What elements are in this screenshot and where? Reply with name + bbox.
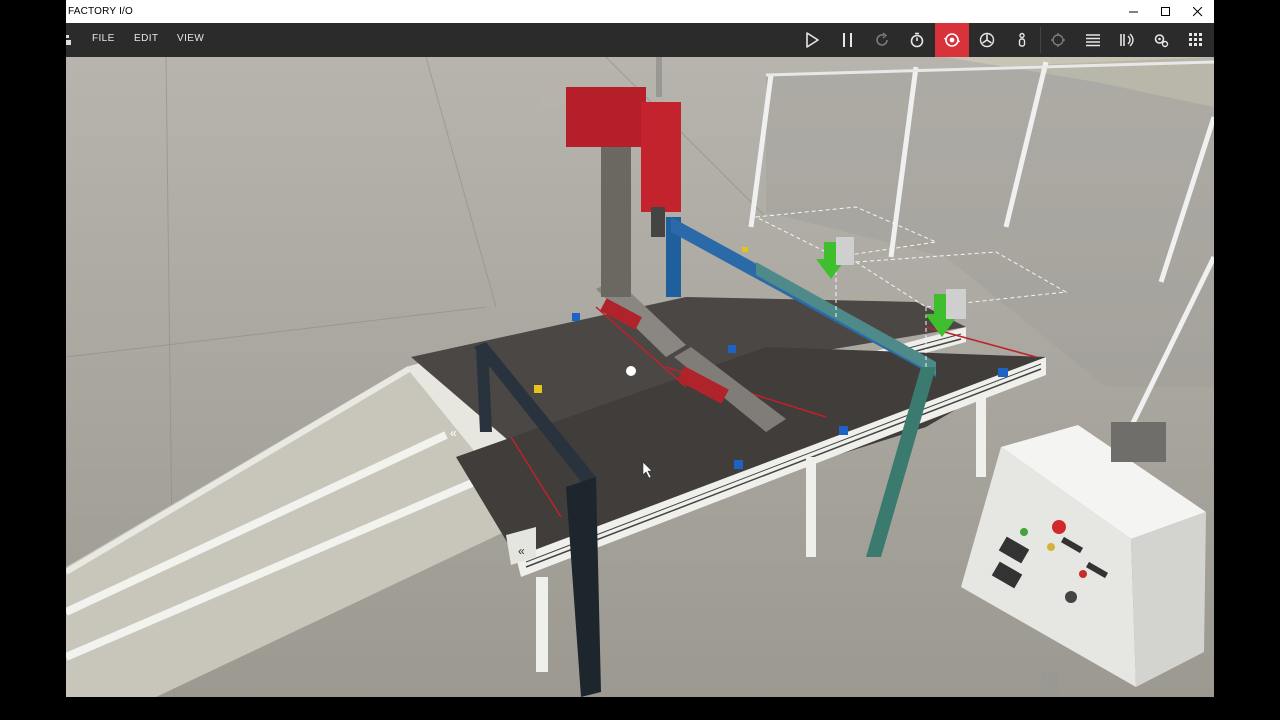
sensor-icon (1120, 33, 1134, 47)
reset-icon (876, 32, 888, 46)
reset-button[interactable] (865, 23, 899, 57)
maximize-icon (1161, 6, 1170, 16)
menu-bar: FILE EDIT VIEW (66, 23, 1214, 57)
scene-render: « « (66, 57, 1214, 697)
camera-orbit-icon (944, 33, 960, 47)
first-person-button[interactable] (1005, 23, 1039, 57)
fan-button[interactable] (970, 23, 1004, 57)
palette-icon (1189, 33, 1202, 46)
pause-icon (843, 33, 852, 47)
menu-file[interactable]: FILE (92, 33, 115, 44)
sensor-button[interactable] (1110, 23, 1144, 57)
maximize-button[interactable] (1150, 0, 1182, 23)
list-button[interactable] (1076, 23, 1110, 57)
app-logo-icon (66, 35, 71, 45)
play-button[interactable] (795, 23, 829, 57)
drivers-button[interactable] (1144, 23, 1178, 57)
target-icon (1051, 33, 1065, 47)
palette-button[interactable] (1179, 23, 1213, 57)
menu-edit[interactable]: EDIT (134, 33, 158, 44)
list-icon (1086, 34, 1100, 47)
conveyor-arrow-back: « (450, 426, 457, 440)
menu-view[interactable]: VIEW (177, 33, 204, 44)
window-title: FACTORY I/O (68, 6, 133, 17)
bottom-letterbox (0, 697, 1280, 720)
play-icon (806, 32, 819, 48)
drivers-icon (1154, 34, 1169, 48)
fan-icon (979, 32, 995, 48)
close-icon (1193, 6, 1203, 16)
close-button[interactable] (1182, 0, 1214, 23)
emitter-box-2 (946, 289, 966, 319)
screen-frame: FACTORY I/O FILE EDIT VIEW « « (0, 0, 1280, 720)
pause-button[interactable] (831, 23, 865, 57)
stopwatch-icon (910, 32, 924, 48)
fence-base (1111, 422, 1166, 462)
scene-viewport[interactable]: « « (66, 57, 1214, 697)
target-button[interactable] (1041, 23, 1075, 57)
title-bar: FACTORY I/O (66, 0, 1214, 23)
camera-orbit-button[interactable] (935, 23, 969, 57)
app-window: FACTORY I/O FILE EDIT VIEW « « (66, 0, 1214, 697)
emitter-box-1 (836, 237, 854, 265)
stopwatch-button[interactable] (900, 23, 934, 57)
minimize-icon (1129, 11, 1138, 12)
first-person-icon (1018, 32, 1026, 47)
conveyor-arrow-front: « (518, 544, 525, 558)
minimize-button[interactable] (1118, 0, 1150, 23)
